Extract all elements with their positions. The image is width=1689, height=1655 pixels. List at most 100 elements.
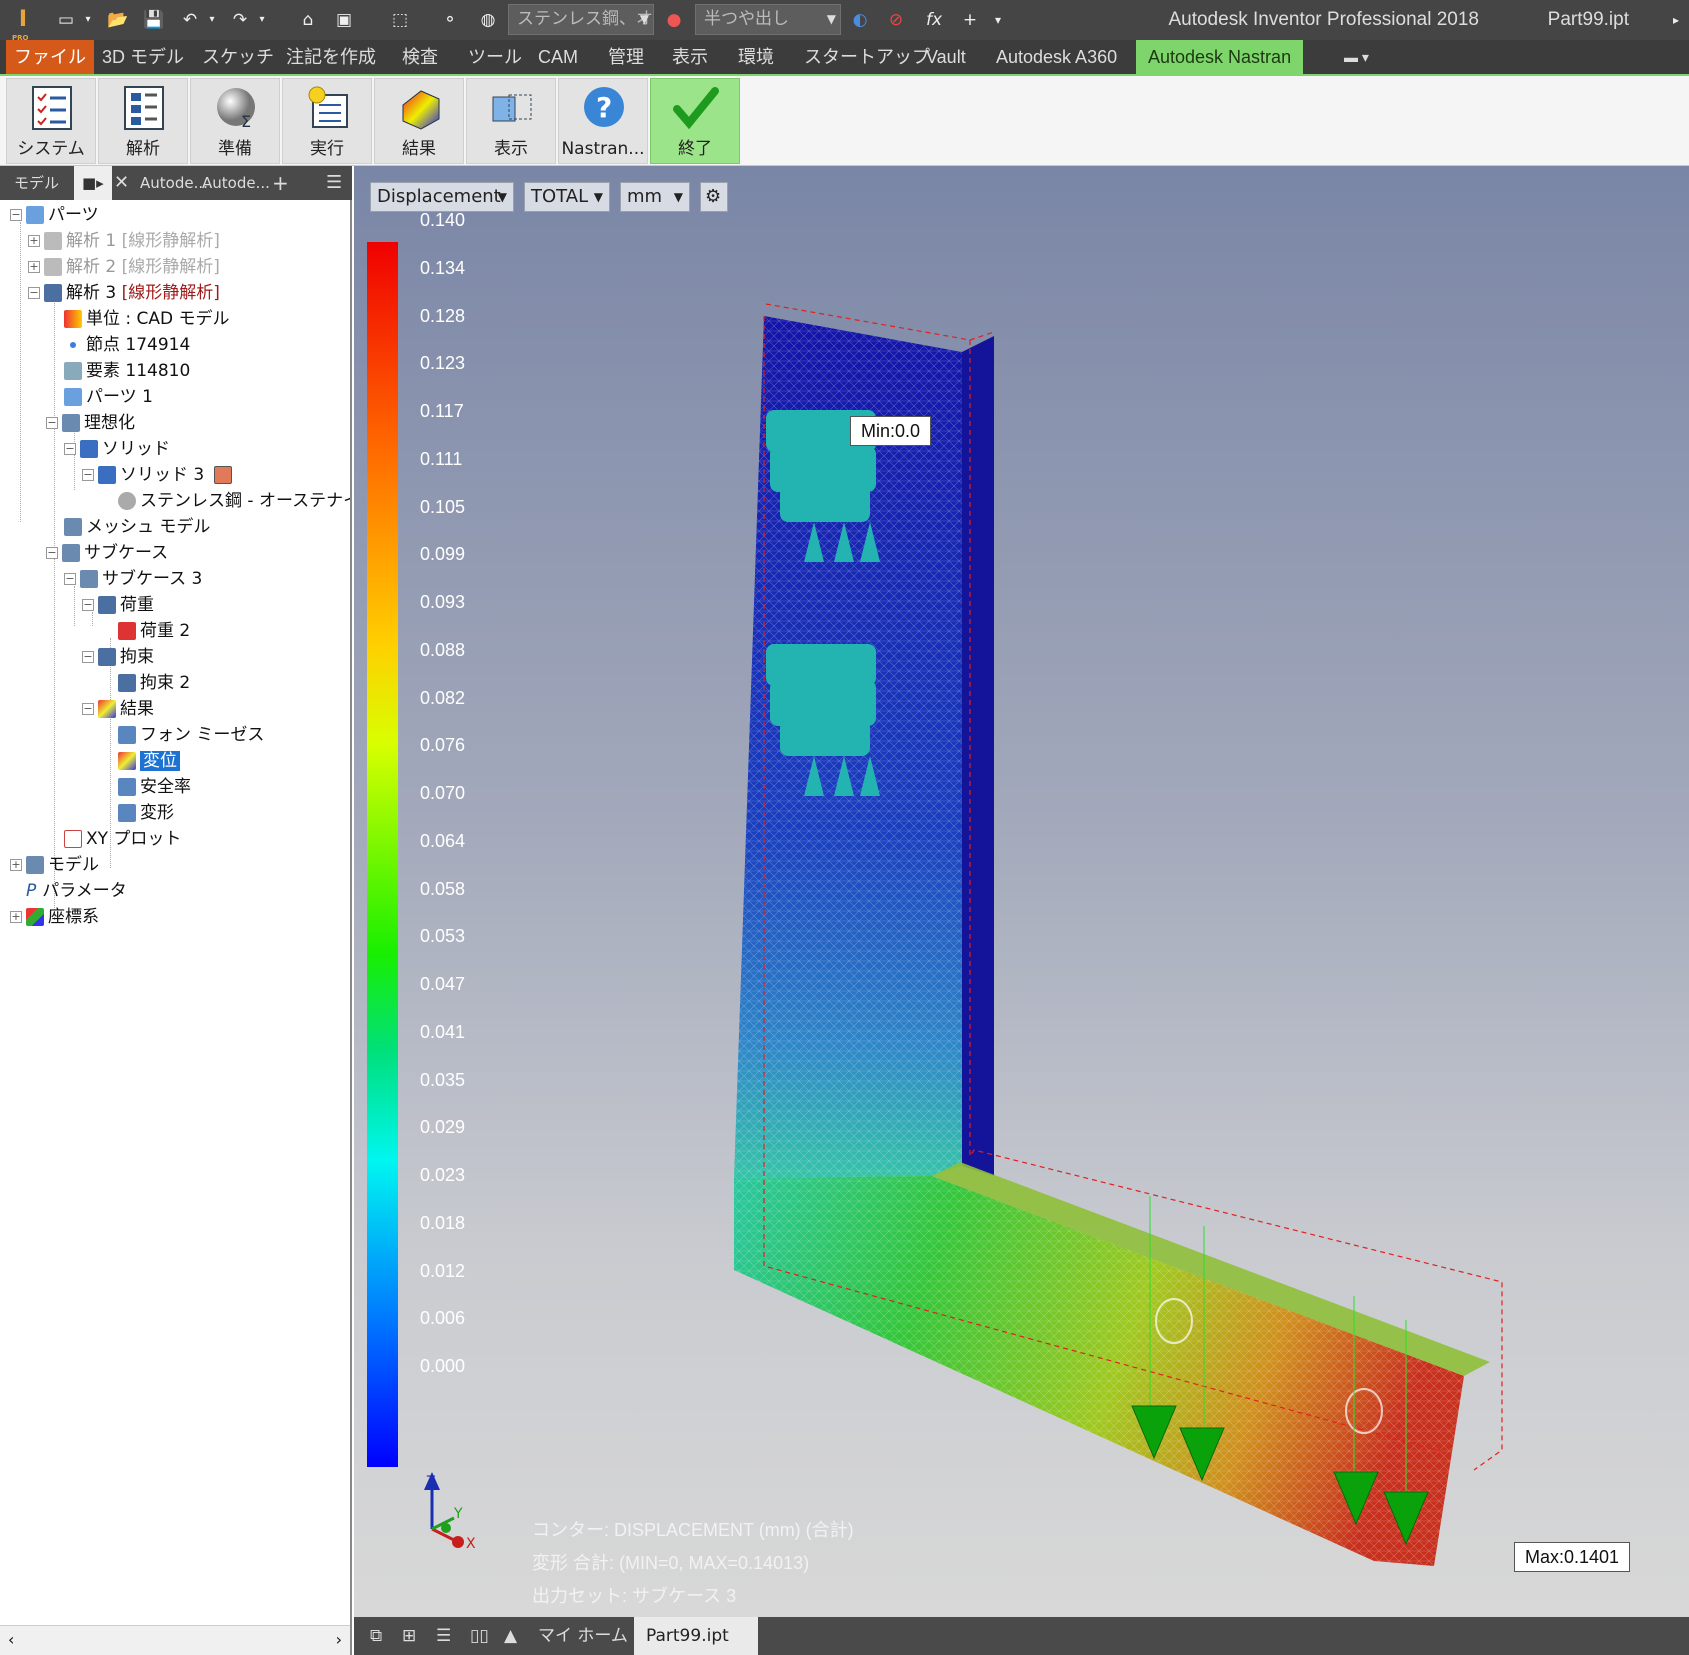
tree-node-solid-3[interactable]: − ソリッド 3 (82, 462, 236, 488)
parameters-fx-icon[interactable]: fx (920, 6, 948, 34)
browser-tab-model[interactable]: モデル (14, 166, 59, 200)
appearance-sphere-icon[interactable]: ◍ (474, 6, 502, 34)
tab-my-home[interactable]: マイ ホーム (526, 1617, 640, 1655)
graphics-viewport[interactable]: Displacement ▼ TOTAL ▼ mm ▼ ⚙ 0.140 0.134 0.1… (354, 166, 1689, 1617)
inventor-logo[interactable]: I PRO (8, 6, 38, 42)
tree-node-material[interactable]: ステンレス鋼 - オーステナイト系 (118, 488, 350, 514)
tree-node-idealization[interactable]: − 理想化 (46, 410, 135, 436)
tree-node-displacement[interactable]: 変位 (118, 748, 180, 774)
add-icon[interactable]: + (956, 6, 984, 34)
material-combo[interactable]: ステンレス鋼、オ ▼ (508, 4, 654, 35)
tree-node-constraints[interactable]: − 拘束 (82, 644, 154, 670)
tab-get-started[interactable]: スタートアップ (796, 40, 938, 74)
scroll-left-icon[interactable]: ‹ (8, 1630, 14, 1649)
tree-node-elements[interactable]: 要素 114810 (64, 358, 190, 384)
tab-a360[interactable]: Autodesk A360 (988, 40, 1125, 74)
tree-node-analysis-2[interactable]: + 解析 2 [線形静解析] (28, 254, 220, 280)
tab-manage[interactable]: 管理 (600, 40, 652, 74)
tree-node-coordinate-systems[interactable]: + 座標系 (10, 904, 99, 930)
tab-inspect[interactable]: 検査 (394, 40, 446, 74)
browser-menu-icon[interactable]: ☰ (326, 166, 342, 200)
update-icon[interactable]: ▣ (330, 6, 358, 34)
tab-3d-model[interactable]: 3D モデル (94, 40, 192, 74)
select-icon[interactable]: ⬚ (386, 6, 414, 34)
tree-node-solid[interactable]: − ソリッド (64, 436, 170, 462)
axis-x-label: X (466, 1536, 476, 1552)
ribbon-display-toggle-icon[interactable]: ▬ ▾ (1336, 40, 1377, 74)
new-file-icon[interactable]: ▭ (52, 6, 80, 34)
customize-dropdown-icon[interactable]: ▾ (988, 6, 1008, 34)
browser-tree: − パーツ + 解析 1 [線形静解析] + 解析 2 [線形静解析] − 解析 3 [… (0, 200, 350, 1610)
results-button[interactable]: 結果 (374, 78, 464, 164)
browser-tab-b[interactable]: Autode... (202, 166, 270, 200)
analysis-button[interactable]: 解析 (98, 78, 188, 164)
tab-annotate[interactable]: 注記を作成 (278, 40, 384, 74)
tab-environments[interactable]: 環境 (730, 40, 782, 74)
tree-node-results[interactable]: − 結果 (82, 696, 154, 722)
nastran-help-button[interactable]: ? Nastran... (558, 78, 648, 164)
tree-node-analysis-3[interactable]: − 解析 3 [線形静解析] (28, 280, 220, 306)
new-dropdown-icon[interactable]: ▾ (82, 6, 94, 34)
node-icon (70, 342, 76, 348)
tree-node-units[interactable]: 単位 : CAD モデル (64, 306, 230, 332)
units-icon (64, 310, 82, 328)
load-arrow-icon (118, 622, 136, 640)
nastran-browser-icon[interactable]: ■▸ (74, 166, 112, 200)
redo-icon[interactable]: ↷ (226, 6, 254, 34)
doc-list-up-icon[interactable]: ▲ (492, 1617, 529, 1655)
plot-icon (118, 752, 136, 770)
system-button[interactable]: システム (6, 78, 96, 164)
home-icon[interactable]: ⌂ (294, 6, 322, 34)
display-button[interactable]: 表示 (466, 78, 556, 164)
cascade-windows-icon[interactable]: ⧉ (358, 1617, 394, 1655)
tree-node-load-2[interactable]: 荷重 2 (118, 618, 190, 644)
tab-document[interactable]: Part99.ipt ✕ (634, 1617, 758, 1655)
tree-node-xy-plot[interactable]: XY プロット (64, 826, 181, 852)
undo-icon[interactable]: ↶ (176, 6, 204, 34)
tab-vault[interactable]: Vault (918, 40, 974, 74)
tab-view[interactable]: 表示 (664, 40, 716, 74)
adjust-appearance-icon[interactable]: ◐ (846, 6, 874, 34)
tree-node-subcases[interactable]: − サブケース (46, 540, 168, 566)
open-folder-icon[interactable]: 📂 (104, 6, 132, 34)
tab-cam[interactable]: CAM (530, 40, 586, 74)
add-browser-icon[interactable]: + (272, 166, 289, 200)
tree-node-subcase-3[interactable]: − サブケース 3 (64, 566, 202, 592)
run-icon (308, 86, 348, 128)
color-wheel-icon[interactable]: ● (660, 6, 688, 34)
tree-node-mesh[interactable]: メッシュ モデル (64, 514, 210, 540)
tab-tools[interactable]: ツール (460, 40, 530, 74)
color-swatch (213, 466, 232, 484)
tree-node-parts-1[interactable]: パーツ 1 (64, 384, 153, 410)
tree-node-nodes[interactable]: 節点 174914 (64, 332, 190, 358)
run-button[interactable]: 実行 (282, 78, 372, 164)
tab-file[interactable]: ファイル (6, 40, 94, 74)
clear-appearance-icon[interactable]: ⊘ (882, 6, 910, 34)
tree-node-constraint-2[interactable]: 拘束 2 (118, 670, 190, 696)
tab-nastran[interactable]: Autodesk Nastran (1136, 40, 1304, 74)
idealization-icon (62, 414, 80, 432)
tree-node-deformation[interactable]: 変形 (118, 800, 174, 826)
tab-sketch[interactable]: スケッチ (194, 40, 282, 74)
horizontal-scrollbar[interactable]: ‹ › (0, 1625, 350, 1655)
tree-node-analysis-1[interactable]: + 解析 1 [線形静解析] (28, 228, 220, 254)
close-tab-icon[interactable]: ✕ (114, 166, 129, 200)
tree-node-parameters[interactable]: P パラメータ (26, 878, 127, 904)
undo-dropdown-icon[interactable]: ▾ (206, 6, 218, 34)
prepare-button[interactable]: Σ 準備 (190, 78, 280, 164)
tree-node-von-mises[interactable]: フォン ミーゼス (118, 722, 264, 748)
finish-button[interactable]: 終了 (650, 78, 740, 164)
tree-node-loads[interactable]: − 荷重 (82, 592, 154, 618)
fea-model[interactable] (354, 166, 1689, 1617)
redo-dropdown-icon[interactable]: ▾ (256, 6, 268, 34)
tree-node-safety-factor[interactable]: 安全率 (118, 774, 191, 800)
tree-node-model[interactable]: + モデル (10, 852, 99, 878)
expand-arrow-icon[interactable]: ▸ (1669, 6, 1683, 34)
save-icon[interactable]: 💾 (140, 6, 168, 34)
tree-node-parts[interactable]: − パーツ (10, 202, 99, 228)
browser-tab-a[interactable]: Autode... (140, 166, 208, 200)
tile-windows-icon[interactable]: ⊞ (390, 1617, 428, 1655)
properties-icon[interactable]: ⚬ (436, 6, 464, 34)
scroll-right-icon[interactable]: › (336, 1630, 342, 1649)
appearance-combo[interactable]: 半つや出し ▼ (695, 4, 841, 35)
